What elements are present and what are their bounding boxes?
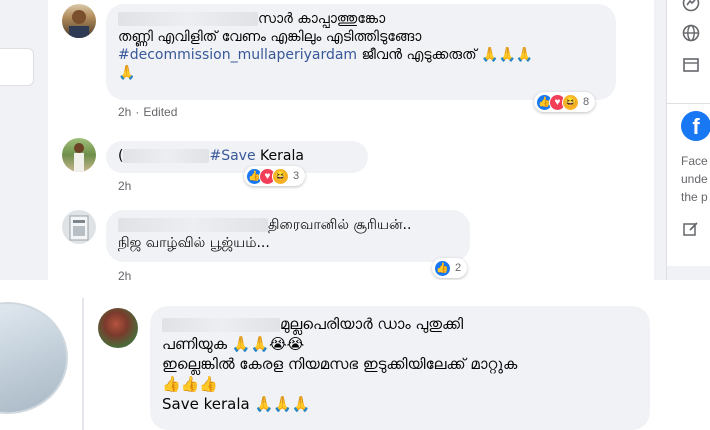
reaction-count: 2 bbox=[455, 262, 462, 274]
reactions-summary[interactable]: 👍 2 bbox=[432, 258, 468, 278]
comment-meta: 2h bbox=[118, 268, 131, 280]
reactions-summary[interactable]: 👍 ♥ 😆 3 bbox=[244, 166, 306, 186]
comment-time[interactable]: 2h bbox=[118, 105, 131, 119]
like-reaction-icon: 👍 bbox=[434, 259, 451, 277]
author-name[interactable] bbox=[123, 149, 210, 163]
comment-meta: 2h · Edited bbox=[118, 105, 178, 119]
haha-reaction-icon: 😆 bbox=[562, 93, 579, 111]
right-panel-divider bbox=[667, 103, 710, 104]
bottom-left-area bbox=[0, 298, 80, 430]
comment-text: Kerala bbox=[255, 148, 304, 164]
author-name[interactable] bbox=[118, 12, 258, 26]
globe-icon[interactable] bbox=[681, 24, 701, 44]
comment-bubble: (#Save Kerala bbox=[106, 141, 368, 173]
left-sidebar-box bbox=[0, 48, 34, 86]
avatar[interactable] bbox=[62, 4, 96, 38]
comment-text-line: മുല്ലപെരിയാർ ഡാം പുതുക്കി bbox=[280, 315, 464, 333]
compose-icon[interactable] bbox=[681, 220, 701, 240]
avatar[interactable] bbox=[62, 138, 96, 172]
right-panel-text: Face bbox=[681, 154, 708, 168]
comment-text-line: തണ്ണി എവിളിത് വേണം എങ്കിലും എടിത്തിടുങ്ങ… bbox=[118, 29, 422, 45]
top-screenshot: സാർ കാപ്പാത്തുങ്കോ തണ്ണി എവിളിത് വേണം എങ… bbox=[0, 0, 710, 280]
avatar[interactable] bbox=[62, 210, 96, 244]
comment-time[interactable]: 2h bbox=[118, 179, 131, 193]
right-panel-gap bbox=[667, 266, 710, 280]
divider bbox=[82, 298, 84, 430]
comment-bubble: സാർ കാപ്പാത്തുങ്കോ തണ്ണി എവിളിത് വേണം എങ… bbox=[106, 4, 616, 100]
comment-text-line: ജീവൻ എടുക്കരുത് 🙏🙏🙏 bbox=[357, 47, 534, 63]
bottom-screenshot: മുല്ലപെരിയാർ ഡാം പുതുക്കി പണിയുക 🙏🙏😭😭 ഇല… bbox=[0, 298, 710, 430]
haha-reaction-icon: 😆 bbox=[272, 167, 289, 185]
comments-feed: സാർ കാപ്പാത്തുങ്കോ തണ്ണി എവിളിത് വേണം എങ… bbox=[48, 0, 654, 280]
comment-bubble: മുല്ലപെരിയാർ ഡാം പുതുക്കി പണിയുക 🙏🙏😭😭 ഇല… bbox=[150, 306, 650, 430]
avatar[interactable] bbox=[98, 308, 138, 348]
comment-text-line: 🙏 bbox=[118, 65, 136, 81]
profile-cover-photo bbox=[0, 302, 68, 414]
comment-text-line: Save kerala 🙏🙏🙏 bbox=[162, 395, 311, 413]
comment-meta: 2h bbox=[118, 178, 131, 194]
messenger-icon[interactable] bbox=[681, 0, 701, 14]
comment-bubble: திரைவானில் சூரியன்.. நிஜ வாழ்வில் பூஜ்யம… bbox=[106, 210, 470, 262]
comment-text-line: நிஜ வாழ்வில் பூஜ்யம்... bbox=[118, 235, 270, 251]
comment-time[interactable]: 2h bbox=[118, 269, 131, 280]
reaction-count: 8 bbox=[583, 96, 590, 108]
comment-text-line: പണിയുക 🙏🙏😭😭 bbox=[162, 335, 305, 353]
comment-text-line: ഇല്ലെങ്കിൽ കേരള നിയമസഭ ഇടുക്കിയിലേക്ക് മ… bbox=[162, 355, 518, 373]
author-name[interactable] bbox=[118, 218, 268, 232]
book-icon[interactable] bbox=[681, 56, 701, 76]
hashtag-link[interactable]: #Save bbox=[209, 148, 255, 164]
left-sidebar-strip bbox=[0, 0, 38, 280]
right-panel-text: unde bbox=[681, 172, 708, 186]
comment-text-line: 👍👍👍 bbox=[162, 375, 219, 393]
right-panel-text: the p bbox=[681, 190, 708, 204]
comment-text-line: സാർ കാപ്പാത്തുങ്കോ bbox=[258, 11, 386, 27]
right-panel: f Face unde the p bbox=[666, 0, 710, 280]
facebook-logo-icon: f bbox=[681, 111, 710, 141]
comment-text-line: திரைவானில் சூரியன்.. bbox=[268, 217, 412, 233]
reactions-summary[interactable]: 👍 ♥ 😆 8 bbox=[534, 92, 596, 112]
edited-label[interactable]: Edited bbox=[143, 105, 177, 119]
reaction-count: 3 bbox=[293, 170, 300, 182]
author-name[interactable] bbox=[162, 317, 280, 332]
hashtag-link[interactable]: #decommission_mullaperiyardam bbox=[118, 47, 357, 63]
